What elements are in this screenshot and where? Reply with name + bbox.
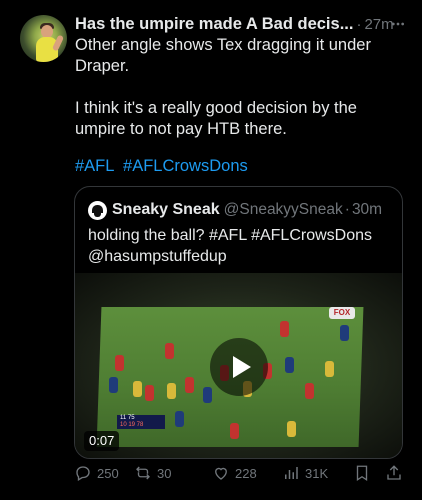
player (165, 343, 174, 359)
score-row: 10 19 78 (120, 422, 144, 428)
quoted-time[interactable]: 30m (352, 201, 382, 219)
share-button[interactable] (385, 464, 408, 482)
share-icon (387, 465, 401, 480)
reply-icon (76, 466, 90, 481)
player (340, 325, 349, 341)
quoted-text: holding the ball? #AFL #AFLCrowsDons @ha… (88, 227, 373, 265)
broadcast-logo: FOX (329, 307, 355, 319)
views-button[interactable]: 31K (282, 464, 328, 482)
bookmark-icon (356, 465, 368, 482)
more-icon[interactable] (390, 16, 406, 32)
reply-button[interactable]: 250 (74, 464, 119, 482)
action-bar: 250 30 228 31K (74, 461, 409, 485)
separator-dot: · (356, 15, 362, 33)
repost-icon (136, 466, 150, 480)
player (115, 355, 124, 371)
video-player[interactable]: FOX 11 75 10 19 78 0:07 (75, 273, 402, 458)
quoted-handle[interactable]: @SneakyySneak (224, 201, 343, 219)
like-button[interactable]: 228 (212, 464, 257, 482)
scoreboard: 11 75 10 19 78 (117, 415, 165, 429)
hashtag-link[interactable]: #AFLCrowsDons (123, 157, 248, 175)
player (280, 321, 289, 337)
views-icon (285, 467, 298, 479)
player (175, 411, 184, 427)
post-text-line1: Other angle shows Tex dragging it under … (75, 36, 371, 75)
player (167, 383, 176, 399)
quoted-post[interactable]: Sneaky Sneak @SneakyySneak · 30m holding… (74, 186, 403, 459)
like-count: 228 (235, 465, 257, 481)
hashtag-link[interactable]: #AFL (75, 157, 114, 175)
separator-dot: · (344, 201, 350, 218)
player (203, 387, 212, 403)
player (287, 421, 296, 437)
view-count: 31K (305, 465, 329, 481)
score-row: 11 75 (120, 415, 135, 421)
author-avatar[interactable] (20, 15, 67, 62)
player (285, 357, 294, 373)
post-text: Other angle shows Tex dragging it under … (75, 35, 411, 140)
player (185, 377, 194, 393)
quoted-header: Sneaky Sneak @SneakyySneak · 30m (88, 199, 382, 221)
reply-count: 250 (97, 465, 119, 481)
post-text-line2: I think it's a really good decision by t… (75, 99, 357, 138)
player (325, 361, 334, 377)
like-icon (215, 467, 227, 480)
post-header: Has the umpire made A Bad decis... · 27m (75, 13, 410, 35)
player (133, 381, 142, 397)
repost-button[interactable]: 30 (134, 464, 171, 482)
bookmark-button[interactable] (353, 464, 376, 482)
player (109, 377, 118, 393)
player (305, 383, 314, 399)
quoted-name[interactable]: Sneaky Sneak (112, 201, 220, 219)
repost-count: 30 (157, 465, 172, 481)
author-name[interactable]: Has the umpire made A Bad decis... (75, 15, 353, 34)
quoted-avatar[interactable] (88, 200, 107, 220)
player (145, 385, 154, 401)
player (230, 423, 239, 439)
video-duration: 0:07 (84, 431, 120, 451)
play-icon[interactable] (210, 338, 268, 396)
hashtags: #AFL #AFLCrowsDons (75, 156, 252, 177)
avatar-arm (51, 34, 65, 52)
